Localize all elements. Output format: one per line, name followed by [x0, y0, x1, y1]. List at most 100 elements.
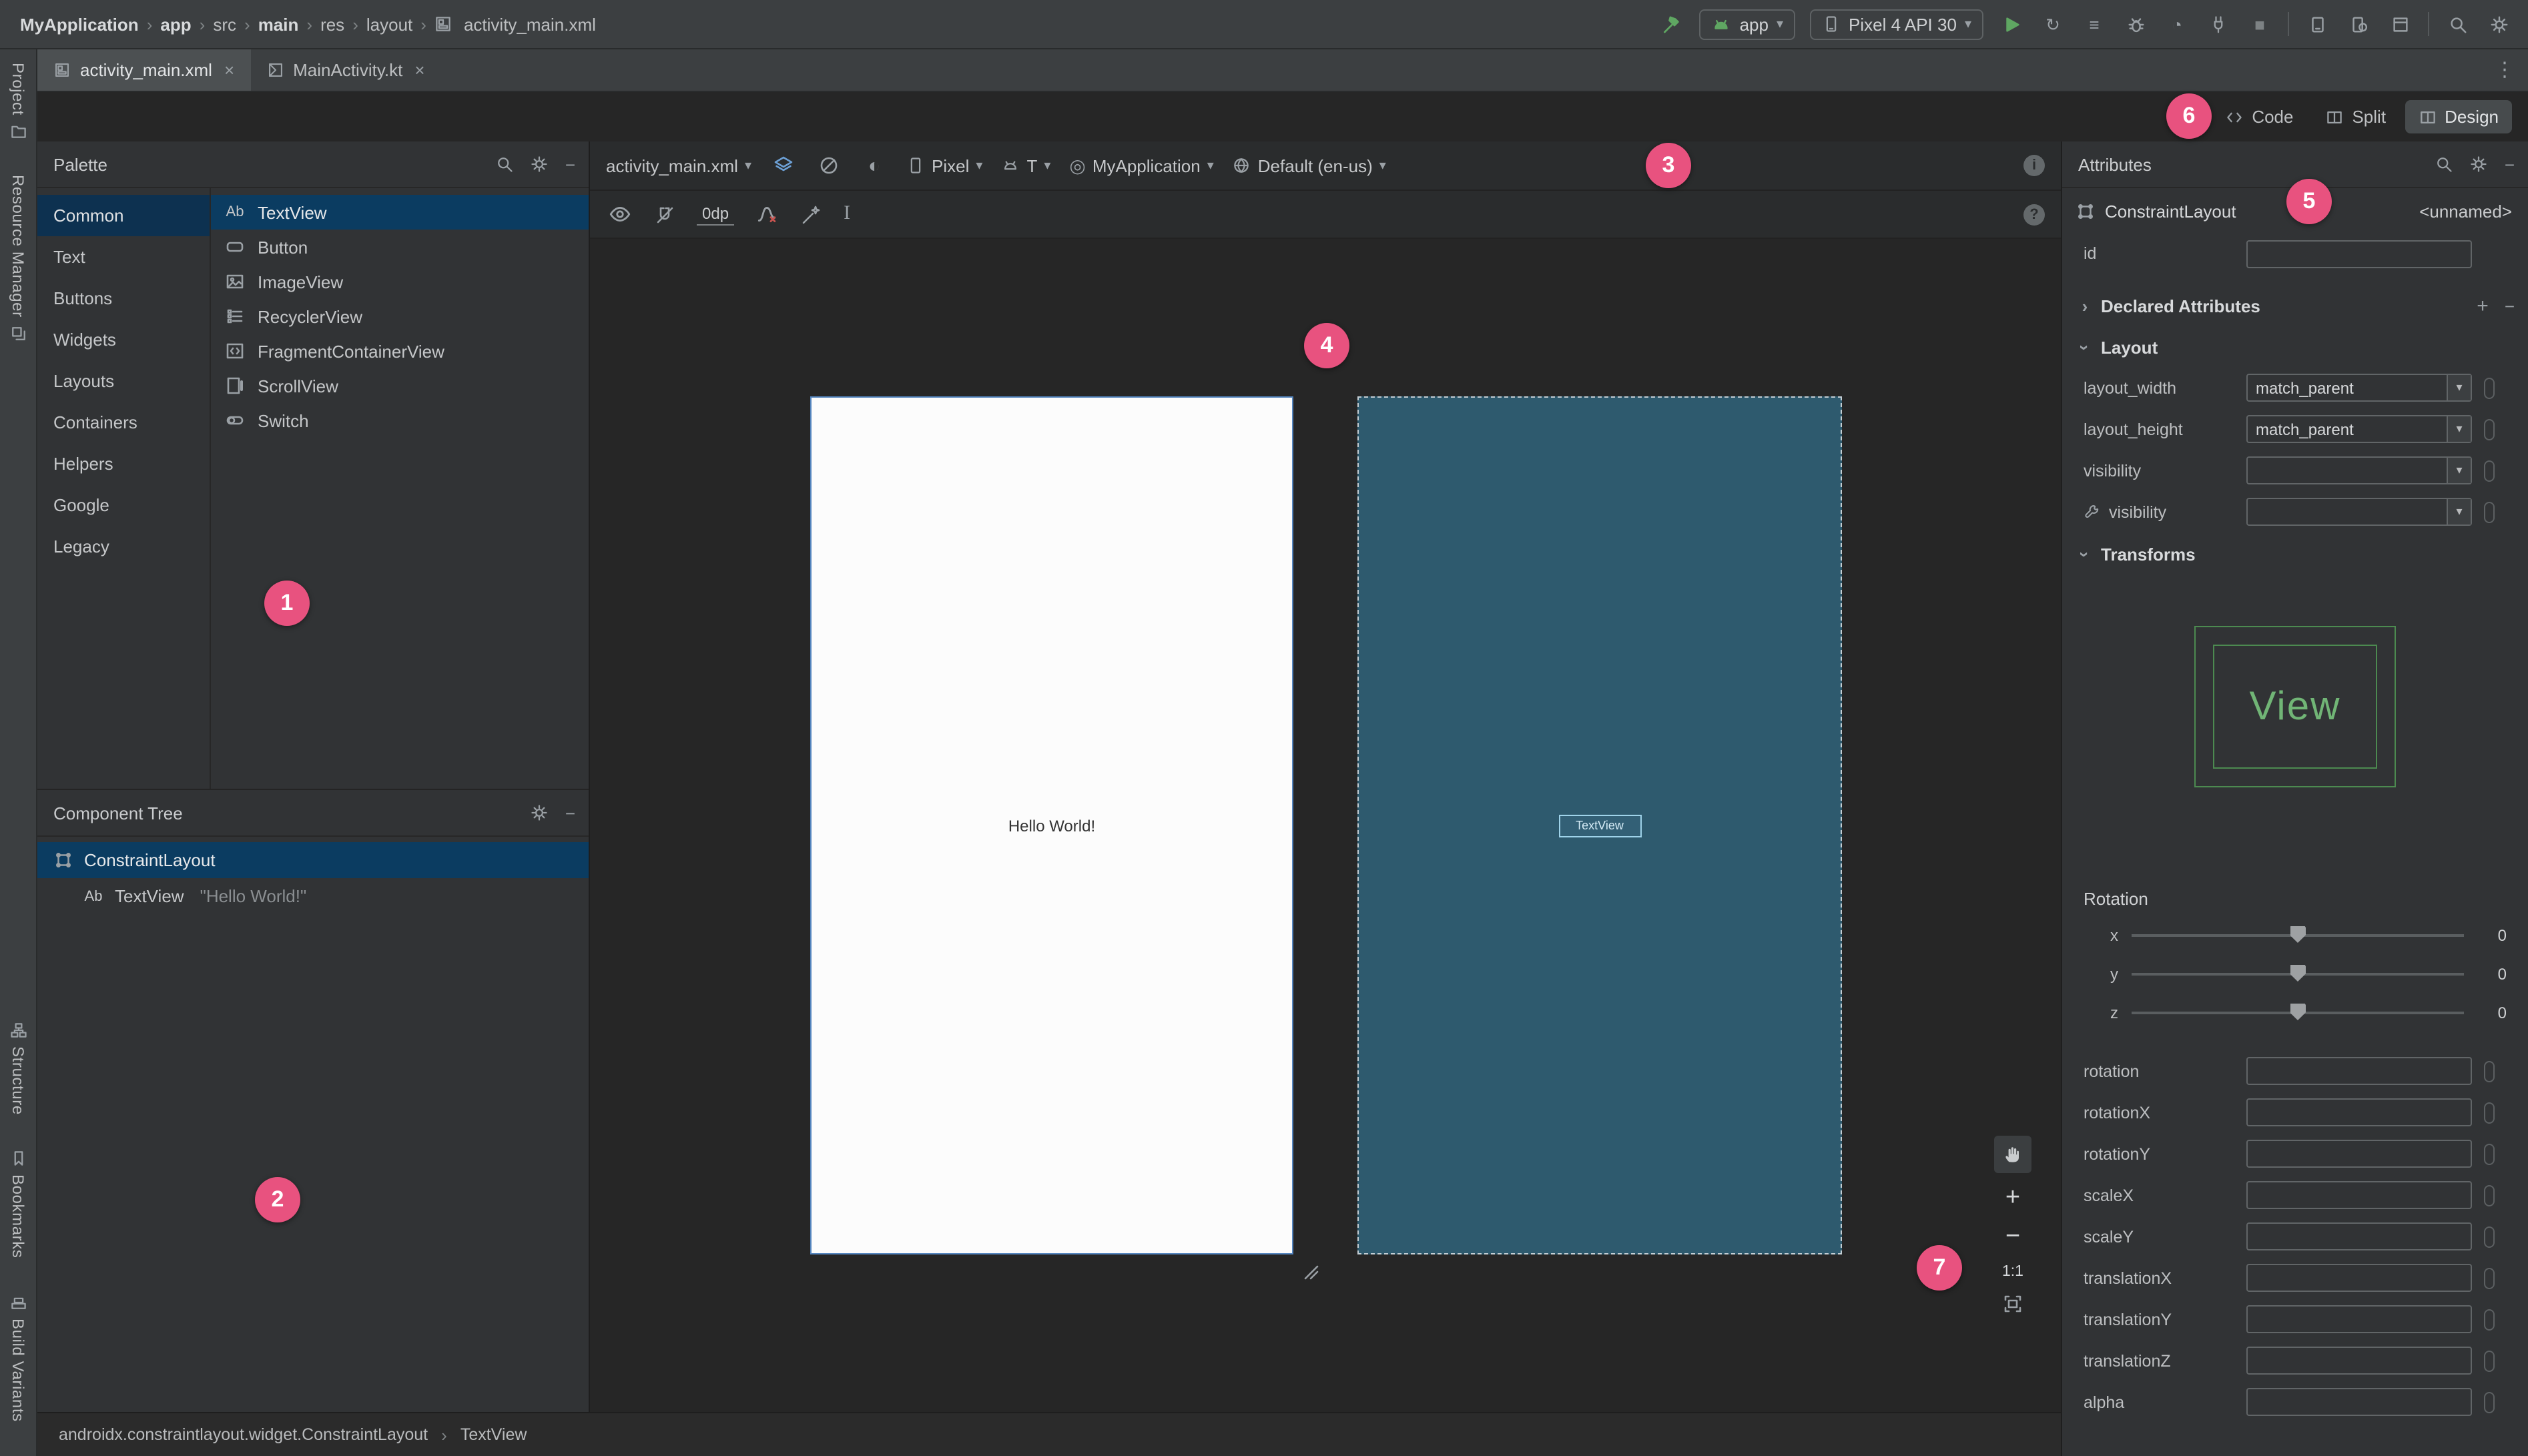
breadcrumb-layout[interactable]: layout — [362, 11, 416, 37]
search-icon[interactable] — [496, 155, 515, 173]
category-legacy[interactable]: Legacy — [37, 526, 210, 567]
declared-attributes-section[interactable]: › Declared Attributes + − — [2062, 284, 2528, 327]
visibility-combo[interactable]: ▾ — [2246, 456, 2472, 484]
slider-thumb[interactable] — [2290, 926, 2306, 943]
pan-hand-icon[interactable] — [1994, 1136, 2031, 1173]
category-text[interactable]: Text — [37, 236, 210, 278]
hello-world-textview[interactable]: Hello World! — [1008, 816, 1095, 835]
mode-code-button[interactable]: Code — [2212, 100, 2306, 133]
category-layouts[interactable]: Layouts — [37, 360, 210, 402]
run-icon[interactable] — [1998, 11, 2025, 37]
rotation-input[interactable] — [2246, 1057, 2472, 1085]
breadcrumb-file[interactable]: activity_main.xml — [460, 11, 600, 37]
tree-item-constraintlayout[interactable]: ConstraintLayout — [37, 842, 589, 878]
tool-button-bookmarks[interactable]: Bookmarks — [9, 1149, 27, 1258]
file-selector-dropdown[interactable]: activity_main.xml ▾ — [606, 155, 751, 175]
debug-icon[interactable] — [2122, 11, 2149, 37]
run-config-dropdown[interactable]: app ▾ — [1699, 9, 1796, 39]
tools-attribute-toggle[interactable] — [2484, 1143, 2495, 1164]
category-buttons[interactable]: Buttons — [37, 278, 210, 319]
issue-panel-icon[interactable]: i — [2023, 155, 2045, 176]
chevron-down-icon[interactable]: ▾ — [2447, 375, 2471, 400]
gear-icon[interactable] — [531, 803, 549, 822]
zoom-to-fit-icon[interactable] — [2002, 1293, 2023, 1315]
remove-attribute-icon[interactable]: − — [2505, 297, 2515, 314]
tool-button-structure[interactable]: Structure — [9, 1020, 27, 1114]
theme-selector-dropdown[interactable]: ◎ MyApplication ▾ — [1069, 155, 1213, 175]
settings-gear-icon[interactable] — [2485, 11, 2512, 37]
tab-activity-main-xml[interactable]: activity_main.xml × — [37, 49, 251, 91]
rotationy-input[interactable] — [2246, 1140, 2472, 1168]
build-hammer-icon[interactable] — [1658, 11, 1685, 37]
hide-icon[interactable]: − — [2505, 155, 2515, 173]
mode-design-button[interactable]: Design — [2405, 100, 2512, 133]
tools-attribute-toggle[interactable] — [2484, 1184, 2495, 1206]
resize-handle[interactable] — [1300, 1261, 1319, 1280]
blueprint-preview[interactable]: TextView — [1357, 396, 1842, 1254]
gear-icon[interactable] — [531, 155, 549, 173]
category-containers[interactable]: Containers — [37, 402, 210, 443]
palette-item-switch[interactable]: Switch — [211, 403, 589, 438]
status-selected-view[interactable]: TextView — [460, 1425, 527, 1444]
device-dropdown[interactable]: Pixel 4 API 30 ▾ — [1810, 9, 1983, 39]
breadcrumb-main[interactable]: main — [254, 11, 303, 37]
tools-attribute-toggle[interactable] — [2484, 1060, 2495, 1082]
rotation-z-slider[interactable] — [2132, 1003, 2464, 1020]
id-input[interactable] — [2246, 240, 2472, 268]
device-selector-dropdown[interactable]: Pixel ▾ — [906, 155, 982, 175]
palette-item-fragmentcontainerview[interactable]: FragmentContainerView — [211, 334, 589, 368]
layout-section[interactable]: › Layout — [2062, 327, 2528, 367]
design-preview[interactable]: Hello World! — [810, 396, 1293, 1254]
rotation-x-slider[interactable] — [2132, 926, 2464, 943]
tools-attribute-toggle[interactable] — [2484, 460, 2495, 481]
profiler-icon[interactable]: ◔ — [2164, 11, 2190, 37]
palette-item-button[interactable]: Button — [211, 230, 589, 264]
category-common[interactable]: Common — [37, 195, 210, 236]
chevron-down-icon[interactable]: ▾ — [2447, 416, 2471, 442]
tools-attribute-toggle[interactable] — [2484, 1267, 2495, 1289]
hide-icon[interactable]: − — [565, 804, 575, 821]
breadcrumb-app[interactable]: app — [156, 11, 195, 37]
tools-attribute-toggle[interactable] — [2484, 1102, 2495, 1123]
chevron-down-icon[interactable]: ▾ — [2447, 499, 2471, 524]
tool-button-resource-manager[interactable]: Resource Manager — [9, 175, 27, 344]
translationx-input[interactable] — [2246, 1264, 2472, 1292]
layout-height-combo[interactable]: match_parent ▾ — [2246, 415, 2472, 443]
breadcrumb-src[interactable]: src — [209, 11, 240, 37]
category-google[interactable]: Google — [37, 484, 210, 526]
slider-thumb[interactable] — [2290, 1003, 2306, 1020]
tab-options-kebab-icon[interactable]: ⋮ — [2495, 60, 2515, 80]
view-options-eye-icon[interactable] — [606, 201, 633, 228]
zoom-in-button[interactable]: + — [2005, 1182, 2020, 1212]
tool-button-build-variants[interactable]: Build Variants — [9, 1293, 27, 1421]
pack-align-icon[interactable]: I — [844, 203, 850, 226]
add-attribute-icon[interactable]: + — [2477, 296, 2489, 316]
default-margins-button[interactable]: 0dp — [697, 203, 735, 226]
zoom-ratio-button[interactable]: 1:1 — [2002, 1260, 2023, 1284]
orientation-icon[interactable] — [816, 152, 842, 179]
night-mode-icon[interactable]: ◐ — [861, 152, 888, 179]
hide-icon[interactable]: − — [565, 155, 575, 173]
palette-item-scrollview[interactable]: ScrollView — [211, 368, 589, 403]
chevron-down-icon[interactable]: ▾ — [2447, 458, 2471, 483]
palette-item-textview[interactable]: Ab TextView — [211, 195, 589, 230]
breadcrumb-res[interactable]: res — [316, 11, 348, 37]
zoom-out-button[interactable]: − — [2005, 1221, 2020, 1250]
transforms-section[interactable]: › Transforms — [2062, 532, 2528, 575]
clear-constraints-icon[interactable] — [753, 201, 779, 228]
design-surface-selector-icon[interactable] — [770, 152, 797, 179]
stop-icon[interactable]: ■ — [2246, 11, 2273, 37]
help-icon[interactable]: ? — [2023, 204, 2045, 225]
attach-debugger-icon[interactable] — [2205, 11, 2232, 37]
tools-attribute-toggle[interactable] — [2484, 377, 2495, 398]
slider-thumb[interactable] — [2290, 964, 2306, 982]
scaley-input[interactable] — [2246, 1222, 2472, 1250]
device-file-explorer-icon[interactable] — [2387, 11, 2413, 37]
tool-button-project[interactable]: Project — [9, 63, 27, 141]
search-icon[interactable] — [2435, 155, 2454, 173]
scalex-input[interactable] — [2246, 1181, 2472, 1209]
tools-attribute-toggle[interactable] — [2484, 418, 2495, 440]
breadcrumb-project[interactable]: MyApplication — [16, 11, 143, 37]
category-helpers[interactable]: Helpers — [37, 443, 210, 484]
category-widgets[interactable]: Widgets — [37, 319, 210, 360]
